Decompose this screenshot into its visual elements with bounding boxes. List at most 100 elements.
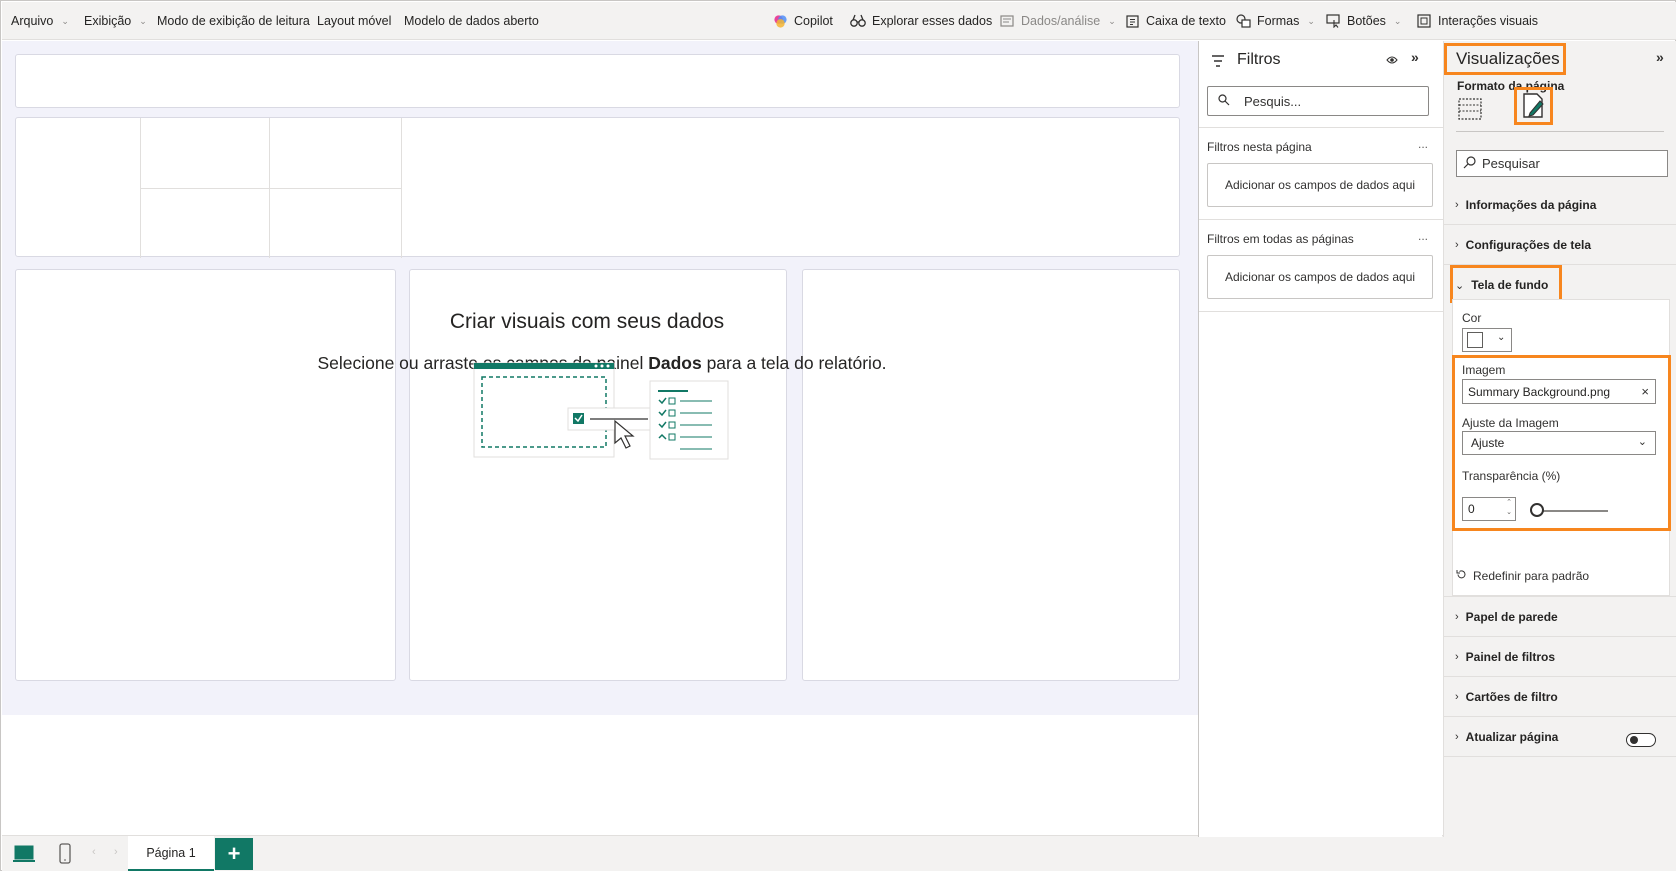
atualizar-pagina-toggle[interactable] [1626,733,1656,747]
empty-state-illustration [473,362,729,460]
dados-analise-label: Dados/análise [1021,14,1101,28]
visual-placeholder-left[interactable] [15,269,396,681]
empty-state-title: Criar visuais com seus dados [422,305,752,339]
section-label: Atualizar página [1465,729,1559,744]
chevron-right-icon: › [1455,198,1459,211]
kpi-grid-placeholder[interactable] [15,117,1180,258]
visual-placeholder-right[interactable] [802,269,1180,681]
viz-search-placeholder: Pesquisar [1482,156,1540,171]
search-icon [1218,93,1230,109]
filters-search-input[interactable]: Pesquis... [1207,86,1429,116]
chevron-right-icon: › [1455,610,1459,623]
toggle-knob [1630,736,1638,744]
section-label: Cartões de filtro [1465,689,1558,704]
layout-movel-button[interactable]: Layout móvel [317,2,391,40]
filters-this-page-dropzone[interactable]: Adicionar os campos de dados aqui [1207,163,1433,207]
grid-divider [401,118,402,258]
app-window: Arquivo ⌄ Exibição ⌄ Modo de exibição de l… [0,0,1676,871]
reset-icon [1456,569,1467,583]
copilot-button[interactable]: Copilot [772,2,833,40]
copilot-label: Copilot [794,14,833,28]
divider [1199,219,1443,220]
botoes-label: Botões [1347,14,1386,28]
chevron-down-icon: ⌄ [1307,15,1315,26]
reset-default-button[interactable]: Redefinir para padrão [1456,569,1589,583]
imagem-label: Imagem [1462,363,1506,377]
botoes-menu[interactable]: Botões ⌄ [1325,2,1401,40]
prev-page-icon[interactable]: ‹ [92,846,96,858]
arquivo-label: Arquivo [11,14,54,28]
close-icon[interactable]: × [1641,384,1649,399]
page-navigation-bar: ‹ › Página 1 + [2,835,1676,871]
reset-label: Redefinir para padrão [1473,569,1590,583]
desktop-layout-icon[interactable] [13,844,35,864]
more-options-icon[interactable]: ... [1418,229,1428,243]
collapse-filters-icon[interactable]: » [1411,49,1419,65]
color-swatch [1467,332,1483,348]
chevron-down-icon: ⌄ [1108,15,1116,26]
chevron-down-icon: ⌄ [61,15,69,26]
chevron-right-icon: › [1455,730,1459,743]
section-informacoes-pagina[interactable]: › Informações da página [1444,185,1676,225]
eye-icon[interactable] [1386,53,1398,68]
divider [1199,127,1443,128]
transparency-slider-track[interactable] [1536,510,1608,512]
formas-label: Formas [1257,14,1300,28]
exibicao-label: Exibição [84,14,132,28]
section-label: Configurações de tela [1465,237,1592,252]
section-configuracoes-tela[interactable]: › Configurações de tela [1444,225,1676,265]
modelo-dados-button[interactable]: Modelo de dados aberto [404,2,539,40]
chevron-right-icon: › [1455,238,1459,251]
visual-interactions-icon [1416,13,1432,29]
filter-icon [1211,55,1225,70]
data-analysis-icon [999,13,1015,29]
build-visual-icon[interactable] [1458,98,1482,123]
image-file-name: Summary Background.png [1468,384,1611,399]
interacoes-button[interactable]: Interações visuais [1416,2,1538,40]
header-visual-placeholder[interactable] [15,54,1180,108]
add-page-button[interactable]: + [215,838,253,870]
spinner-icon[interactable]: ⌃ ⌄ [1506,498,1512,518]
visualizations-title: Visualizações [1456,49,1560,68]
chevron-right-icon: › [1455,690,1459,703]
chevron-down-icon: ⌄ [1637,436,1647,448]
transparency-slider-thumb[interactable] [1530,503,1544,517]
collapse-visualizations-icon[interactable]: » [1656,49,1664,65]
section-cartoes-filtro[interactable]: › Cartões de filtro [1444,677,1676,717]
report-page[interactable]: Criar visuais com seus dados Selecione o… [2,41,1198,715]
more-options-icon[interactable]: ... [1418,137,1428,151]
exibicao-menu[interactable]: Exibição ⌄ [84,2,147,40]
search-icon [1463,155,1476,172]
explorar-button[interactable]: Explorar esses dados [850,2,992,40]
divider [1199,311,1443,312]
mobile-layout-icon[interactable] [59,843,71,865]
next-page-icon[interactable]: › [114,846,118,858]
modo-leitura-button[interactable]: Modo de exibição de leitura [157,2,310,40]
shapes-icon [1235,13,1251,29]
grid-divider [140,188,401,189]
image-fit-value: Ajuste [1471,436,1505,450]
transparency-spinbox[interactable]: 0 ⌃ ⌄ [1462,497,1516,521]
arquivo-menu[interactable]: Arquivo ⌄ [11,2,69,40]
color-picker[interactable]: ⌄ [1462,328,1512,352]
transparency-value: 0 [1468,502,1475,516]
dados-analise-menu[interactable]: Dados/análise ⌄ [999,2,1116,40]
section-painel-filtros[interactable]: › Painel de filtros [1444,637,1676,677]
format-page-icon[interactable] [1522,93,1546,122]
caixa-texto-button[interactable]: Caixa de texto [1124,2,1226,40]
chevron-down-icon: ⌄ [1393,15,1402,26]
ribbon: Arquivo ⌄ Exibição ⌄ Modo de exibição de l… [2,2,1676,40]
formas-menu[interactable]: Formas ⌄ [1235,2,1315,40]
transparencia-label: Transparência (%) [1462,469,1561,483]
chevron-right-icon: › [1455,650,1459,663]
section-papel-parede[interactable]: › Papel de parede [1444,597,1676,637]
filters-all-pages-dropzone[interactable]: Adicionar os campos de dados aqui [1207,255,1433,299]
divider [1456,131,1664,132]
page-tab-1[interactable]: Página 1 [128,836,214,871]
section-label: Painel de filtros [1465,649,1556,664]
highlight-box [1450,265,1562,303]
viz-search-input[interactable]: Pesquisar [1456,150,1668,177]
image-fit-dropdown[interactable]: Ajuste ⌄ [1462,431,1656,455]
image-file-input[interactable]: Summary Background.png × [1462,379,1656,404]
caixa-texto-label: Caixa de texto [1146,14,1226,28]
